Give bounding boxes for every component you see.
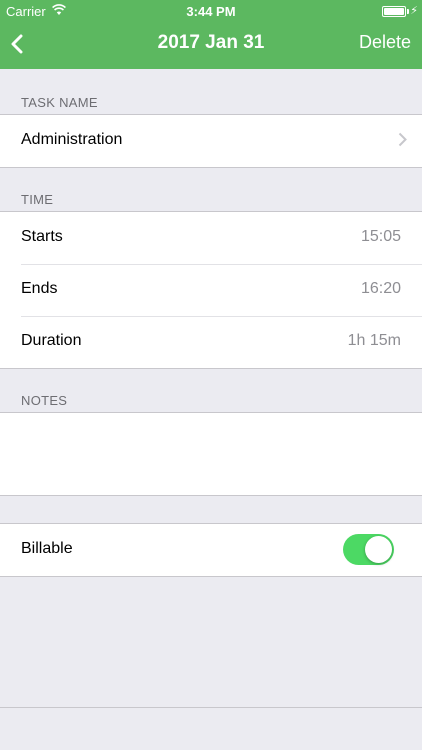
time-group: Starts 15:05 Ends 16:20 Duration 1h 15m bbox=[0, 211, 422, 369]
delete-button[interactable]: Delete bbox=[359, 32, 411, 53]
billable-label: Billable bbox=[21, 540, 73, 557]
chevron-right-icon bbox=[398, 132, 407, 152]
billable-group: Billable bbox=[0, 523, 422, 577]
section-header-notes: NOTES bbox=[21, 393, 68, 408]
status-time: 3:44 PM bbox=[186, 4, 236, 19]
starts-label: Starts bbox=[21, 228, 63, 245]
starts-value: 15:05 bbox=[360, 228, 401, 245]
section-header-time: TIME bbox=[21, 192, 54, 207]
status-bar: Carrier 3:44 PM ⚡ bbox=[0, 0, 422, 22]
section-header-task-name: TASK NAME bbox=[21, 95, 98, 110]
notes-input[interactable] bbox=[0, 413, 422, 495]
duration-label: Duration bbox=[21, 332, 82, 349]
task-name-value: Administration bbox=[21, 131, 123, 148]
nav-bar: 2017 Jan 31 Delete bbox=[0, 22, 422, 69]
battery-tip bbox=[407, 9, 409, 14]
time-row-ends[interactable]: Ends 16:20 bbox=[0, 264, 422, 316]
header: Carrier 3:44 PM ⚡ 2017 Jan 31 Delete bbox=[0, 0, 422, 69]
charging-icon: ⚡ bbox=[410, 5, 418, 17]
billable-toggle[interactable] bbox=[343, 534, 394, 565]
battery-icon bbox=[382, 6, 406, 17]
ends-value: 16:20 bbox=[360, 280, 401, 297]
time-row-starts[interactable]: Starts 15:05 bbox=[0, 212, 422, 264]
ends-label: Ends bbox=[21, 280, 58, 297]
bottom-divider bbox=[0, 707, 422, 708]
notes-group bbox=[0, 412, 422, 496]
time-row-duration[interactable]: Duration 1h 15m bbox=[0, 316, 422, 368]
billable-row: Billable bbox=[0, 524, 422, 576]
toggle-knob bbox=[365, 536, 392, 563]
battery-fill bbox=[384, 8, 404, 15]
duration-value: 1h 15m bbox=[347, 332, 401, 349]
task-name-row[interactable]: Administration bbox=[0, 115, 422, 167]
task-name-group: Administration bbox=[0, 114, 422, 168]
